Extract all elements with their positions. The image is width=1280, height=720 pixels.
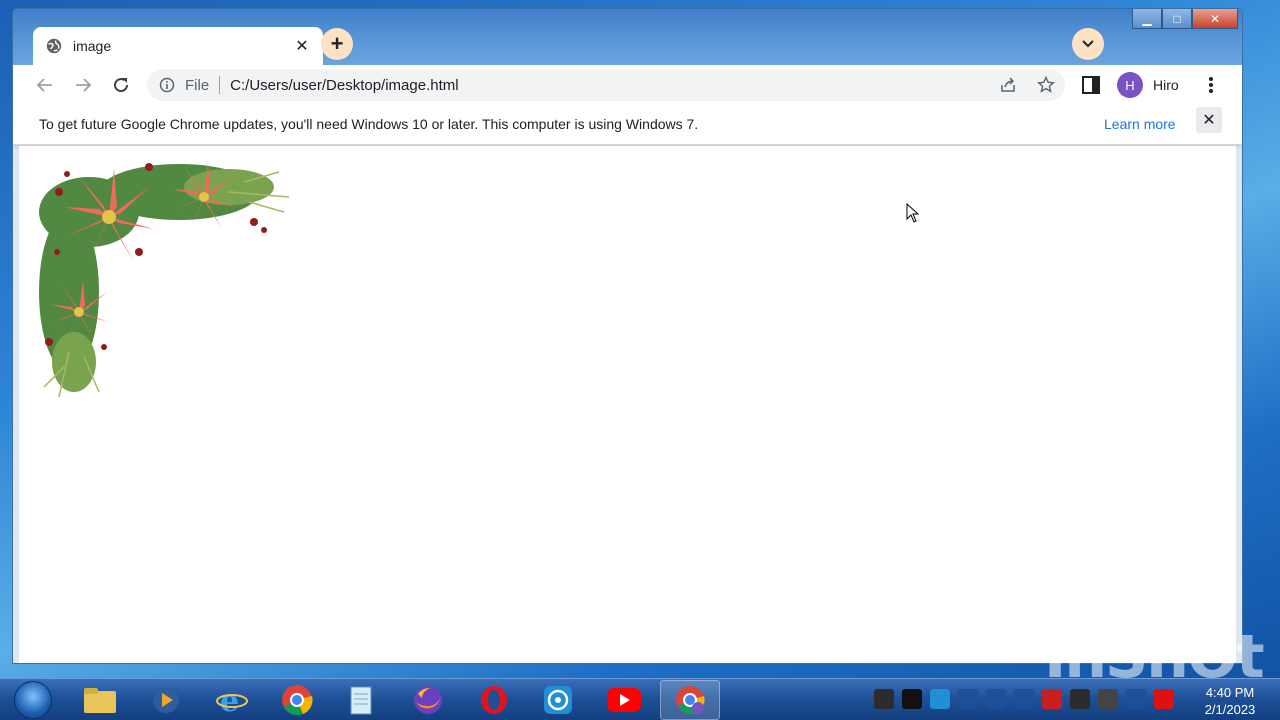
maximize-button[interactable]: □ [1162, 9, 1192, 29]
taskbar-internet-explorer[interactable]: e [202, 680, 262, 720]
taskbar-youtube[interactable] [594, 680, 654, 720]
tray-recorder-icon[interactable] [930, 689, 950, 709]
taskbar-screen-recorder[interactable] [528, 680, 588, 720]
forward-button[interactable] [71, 73, 95, 97]
learn-more-link[interactable]: Learn more [1104, 116, 1176, 132]
window-controls: ▁ □ ✕ [1132, 9, 1238, 29]
start-button[interactable] [14, 681, 52, 719]
taskbar-file-explorer[interactable] [70, 680, 130, 720]
folder-icon [84, 688, 116, 713]
tray-app-icon[interactable] [874, 689, 894, 709]
tray-pdf-icon[interactable] [1154, 689, 1174, 709]
profile-button[interactable]: H Hiro [1115, 69, 1189, 101]
new-tab-button[interactable]: + [321, 28, 353, 60]
internet-explorer-icon: e [216, 685, 248, 715]
title-bar: ▁ □ ✕ image ✕ + [13, 9, 1242, 65]
poinsettia-corner-image [39, 163, 290, 398]
tray-q-icon[interactable] [1042, 689, 1062, 709]
reload-button[interactable] [109, 73, 133, 97]
forward-arrow-icon [76, 78, 92, 92]
svg-text:e: e [220, 685, 239, 715]
system-tray [874, 689, 1174, 709]
menu-button[interactable] [1201, 73, 1221, 97]
url-scheme-label: File [185, 76, 210, 94]
tab-close-icon[interactable]: ✕ [293, 36, 311, 56]
update-infobar: To get future Google Chrome updates, you… [13, 105, 1242, 145]
infobar-close-button[interactable]: ✕ [1196, 107, 1222, 133]
tray-camera-icon[interactable] [902, 689, 922, 709]
media-player-icon [153, 687, 179, 713]
browser-tab[interactable]: image ✕ [33, 27, 323, 65]
tray-network-icon[interactable] [958, 689, 978, 709]
profile-name: Hiro [1153, 77, 1179, 93]
window-close-button[interactable]: ✕ [1192, 9, 1238, 29]
infobar-message: To get future Google Chrome updates, you… [39, 116, 699, 132]
minimize-button[interactable]: ▁ [1132, 9, 1162, 29]
opera-icon [481, 686, 507, 714]
back-arrow-icon [36, 78, 52, 92]
taskbar-firefox[interactable] [398, 680, 458, 720]
tray-flag-icon[interactable] [1126, 689, 1146, 709]
taskbar-chrome-profile[interactable] [660, 680, 720, 720]
side-panel-icon[interactable] [1081, 75, 1101, 95]
tab-title: image [73, 38, 112, 54]
taskbar-chrome[interactable] [267, 680, 327, 720]
mouse-cursor-icon [906, 203, 920, 223]
chrome-icon [282, 685, 313, 716]
info-icon[interactable] [159, 77, 175, 93]
bookmark-star-icon[interactable] [1027, 76, 1065, 94]
url-text[interactable]: C:/Users/user/Desktop/image.html [230, 77, 989, 94]
taskbar-notepad[interactable] [331, 680, 391, 720]
notepad-icon [350, 686, 372, 715]
globe-icon [46, 38, 62, 54]
address-bar[interactable]: File C:/Users/user/Desktop/image.html [147, 69, 1065, 101]
chrome-profile-icon [676, 686, 705, 714]
taskbar-opera[interactable] [464, 680, 524, 720]
back-button[interactable] [33, 73, 57, 97]
taskbar-media-player[interactable] [136, 680, 196, 720]
clock-date: 2/1/2023 [1204, 702, 1256, 717]
tray-volume-icon[interactable] [986, 689, 1006, 709]
screen-recorder-icon [544, 686, 572, 714]
browser-toolbar: File C:/Users/user/Desktop/image.html H … [13, 65, 1242, 105]
firefox-icon [414, 686, 442, 714]
reload-icon [114, 78, 129, 93]
chevron-down-icon [1082, 40, 1094, 48]
browser-window: ▁ □ ✕ image ✕ + File C:/Users/user/Deskt… [12, 8, 1243, 664]
share-icon[interactable] [989, 76, 1027, 94]
tray-device-icon[interactable] [1098, 689, 1118, 709]
url-divider [219, 76, 221, 94]
video-watermark: InShOt [1044, 622, 1265, 692]
avatar: H [1117, 72, 1143, 98]
kebab-menu-icon [1209, 77, 1213, 93]
tab-search-button[interactable] [1072, 28, 1104, 60]
youtube-icon [607, 688, 641, 712]
tray-signal-icon[interactable] [1014, 689, 1034, 709]
tray-tool-icon[interactable] [1070, 689, 1090, 709]
page-content [19, 146, 1236, 663]
